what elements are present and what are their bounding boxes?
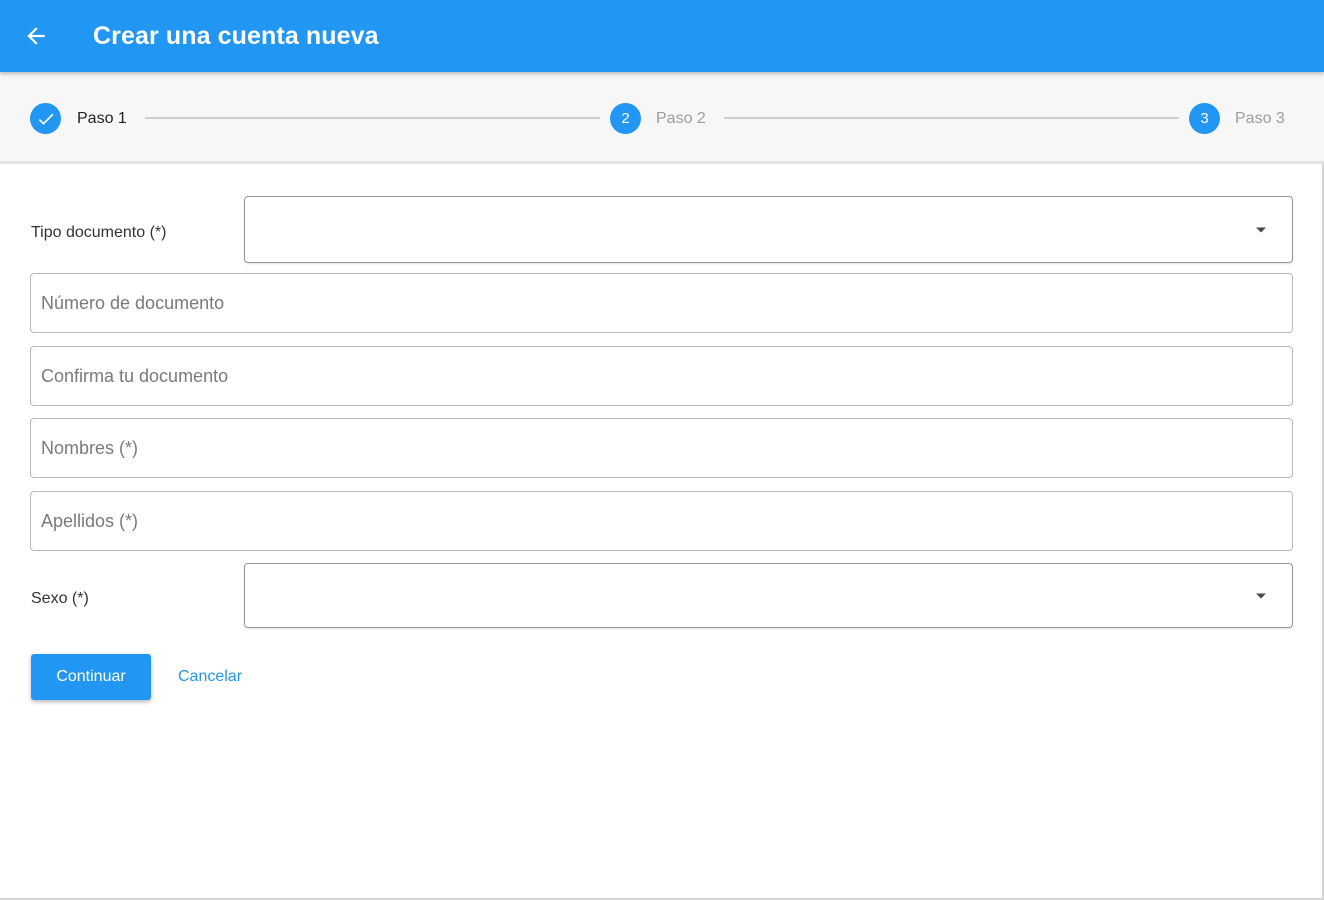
step-3-number-circle[interactable]: 3 xyxy=(1189,103,1220,134)
continue-button[interactable]: Continuar xyxy=(31,654,151,700)
step-1-check-circle[interactable] xyxy=(30,103,61,134)
cancel-button[interactable]: Cancelar xyxy=(166,654,254,700)
app-bar: Crear una cuenta nueva xyxy=(0,0,1324,72)
check-icon xyxy=(38,113,53,125)
tipo-documento-label: Tipo documento (*) xyxy=(31,224,167,241)
step-connector-2 xyxy=(724,117,1179,119)
step-3-label[interactable]: Paso 3 xyxy=(1235,109,1285,129)
nombres-input[interactable] xyxy=(30,418,1293,478)
page-title: Crear una cuenta nueva xyxy=(93,22,379,50)
tipo-documento-select[interactable] xyxy=(244,196,1293,263)
step-2-number-circle[interactable]: 2 xyxy=(610,103,641,134)
app-window: Crear una cuenta nueva Paso 1 2 Paso 2 3… xyxy=(0,0,1324,900)
caret-down-icon xyxy=(1256,593,1266,598)
sexo-label: Sexo (*) xyxy=(31,590,89,607)
caret-down-icon xyxy=(1256,227,1266,232)
step-1-label[interactable]: Paso 1 xyxy=(77,109,127,129)
confirma-documento-input[interactable] xyxy=(30,346,1293,406)
step-2-label[interactable]: Paso 2 xyxy=(656,109,706,129)
back-button[interactable] xyxy=(14,14,58,58)
numero-documento-input[interactable] xyxy=(30,273,1293,333)
sexo-select[interactable] xyxy=(244,563,1293,628)
step-connector-1 xyxy=(145,117,600,119)
stepper: Paso 1 2 Paso 2 3 Paso 3 xyxy=(0,72,1324,164)
arrow-left-icon xyxy=(27,27,45,45)
apellidos-input[interactable] xyxy=(30,491,1293,551)
